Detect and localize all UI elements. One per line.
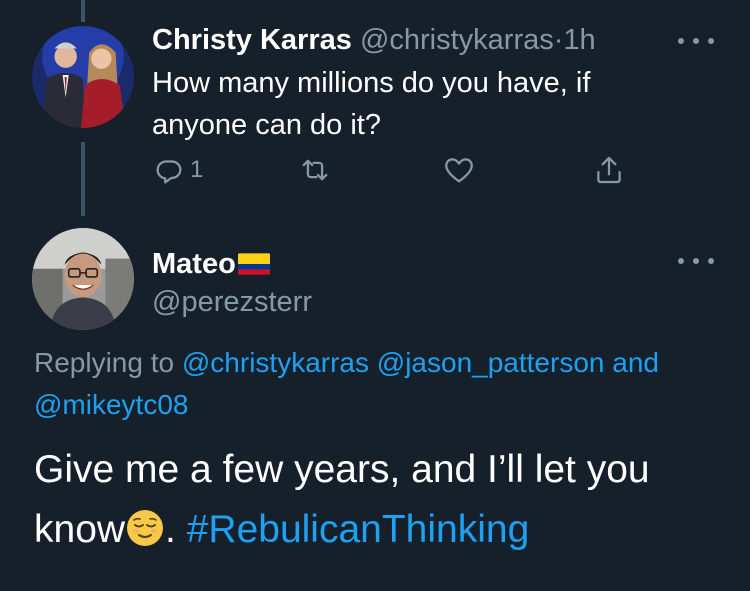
thread-line-top (81, 0, 85, 22)
share-icon (597, 156, 621, 184)
hashtag-link[interactable]: #RebulicanThinking (187, 508, 530, 551)
reply-button[interactable]: 1 (152, 150, 203, 190)
display-name[interactable]: Christy Karras (152, 24, 352, 56)
reply-display-name-row: Mateo (152, 246, 270, 282)
thread-line-middle (81, 142, 85, 216)
heart-icon (445, 158, 473, 183)
retweet-button[interactable] (298, 150, 332, 190)
separator-dot: · (553, 24, 564, 56)
reply-tweet-text: Give me a few years, and I’ll let you kn… (34, 440, 734, 560)
parent-tweet-header: Christy Karras @christykarras·1h (152, 22, 596, 58)
parent-tweet-text: How many millions do you have, if anyone… (152, 67, 591, 141)
mention-link[interactable]: @christykarras (182, 347, 369, 378)
tweet-time[interactable]: 1h (563, 24, 595, 56)
retweet-icon (302, 159, 328, 181)
avatar-photo-two-people (32, 26, 134, 128)
replying-to-line: Replying to @christykarras @jason_patter… (34, 342, 734, 426)
share-button[interactable] (592, 150, 626, 190)
mention-link[interactable]: @mikeytc08 (34, 389, 188, 420)
colombia-flag-icon (237, 253, 270, 275)
tweet-actions: 1 (152, 150, 632, 190)
more-dots-icon[interactable] (678, 34, 714, 48)
display-name[interactable]: Mateo (152, 246, 236, 282)
reply-icon (156, 160, 182, 184)
avatar-mateo[interactable] (32, 228, 134, 330)
avatar-photo-man-glasses (32, 228, 134, 330)
like-button[interactable] (442, 150, 476, 190)
replying-prefix: Replying to (34, 347, 175, 378)
relieved-face-emoji (125, 508, 165, 548)
mention-joiner[interactable]: and (612, 347, 659, 378)
user-handle[interactable]: @christykarras (360, 24, 554, 56)
mention-link[interactable]: @jason_patterson (377, 347, 605, 378)
reply-count: 1 (190, 156, 204, 183)
more-dots-icon[interactable] (678, 254, 714, 268)
reply-text-part2: . (165, 508, 187, 551)
avatar-christy-karras[interactable] (32, 26, 134, 128)
user-handle[interactable]: @perezsterr (152, 284, 312, 320)
